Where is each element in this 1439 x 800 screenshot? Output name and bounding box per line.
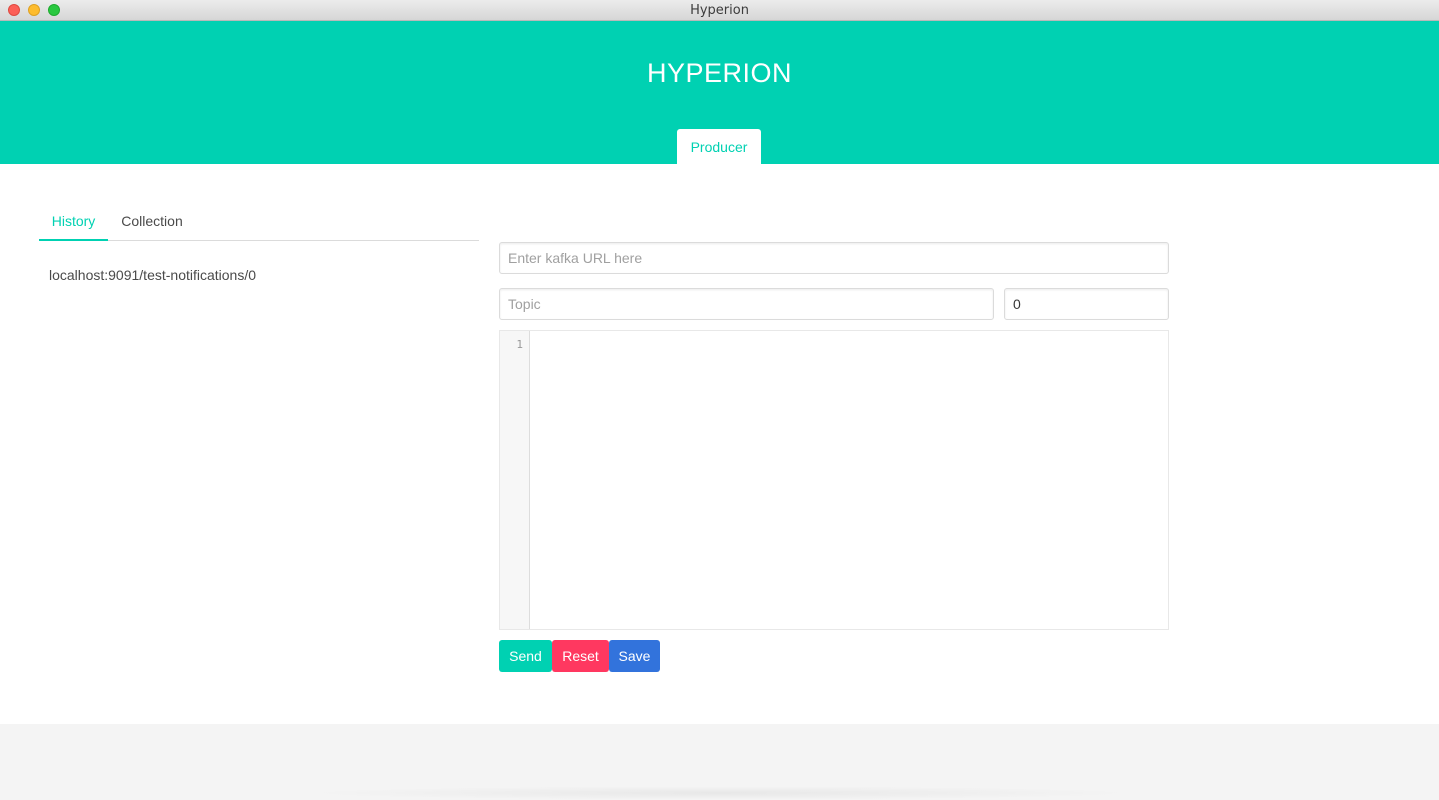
tab-collection[interactable]: Collection xyxy=(108,205,196,241)
title-bar: Hyperion xyxy=(0,0,1439,21)
tab-producer[interactable]: Producer xyxy=(677,129,761,164)
main-content: History Collection localhost:9091/test-n… xyxy=(0,164,1439,724)
tab-history[interactable]: History xyxy=(39,205,108,241)
partition-input[interactable] xyxy=(1004,288,1169,320)
editor-gutter: 1 xyxy=(500,331,530,629)
topic-input[interactable] xyxy=(499,288,994,320)
app-header: HYPERION Producer xyxy=(0,21,1439,164)
message-editor[interactable]: 1 xyxy=(499,330,1169,630)
bottom-shadow xyxy=(300,786,1140,800)
save-button[interactable]: Save xyxy=(609,640,660,672)
sidebar-tabs: History Collection xyxy=(39,205,479,241)
app-title: HYPERION xyxy=(646,58,793,88)
app-window: Hyperion HYPERION Producer History Colle… xyxy=(0,0,1439,800)
send-button[interactable]: Send xyxy=(499,640,552,672)
line-number: 1 xyxy=(516,338,523,351)
history-item[interactable]: localhost:9091/test-notifications/0 xyxy=(49,267,256,283)
reset-button[interactable]: Reset xyxy=(552,640,609,672)
window-title: Hyperion xyxy=(690,3,749,18)
kafka-url-input[interactable] xyxy=(499,242,1169,274)
